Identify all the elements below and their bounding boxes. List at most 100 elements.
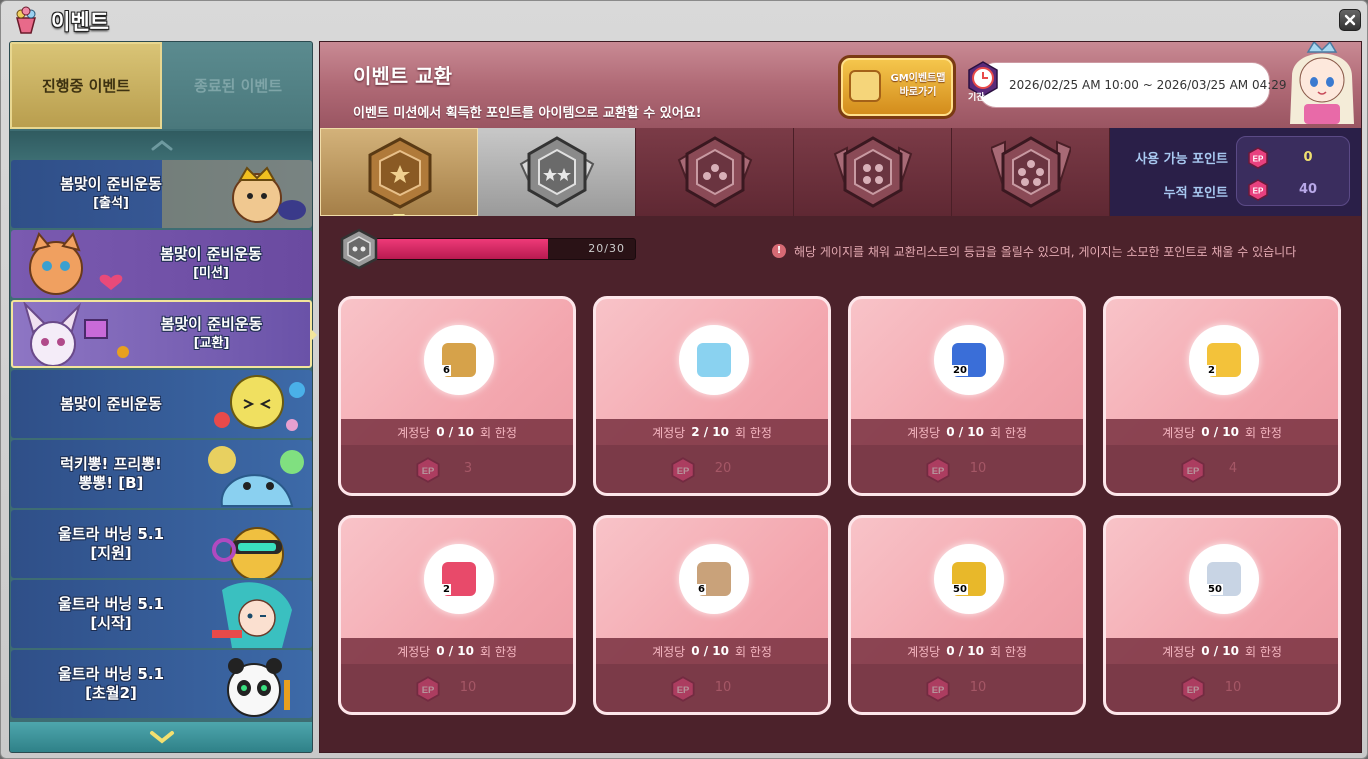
limit-scope: 계정당 bbox=[652, 425, 686, 440]
purchase-limit: 계정당 0 / 10 회 한정 bbox=[341, 419, 573, 445]
item-quantity: 6 bbox=[697, 584, 706, 595]
exchange-item-card[interactable]: 6 계정당 0 / 10 회 한정 EP 3 bbox=[338, 296, 576, 496]
page-description: 이벤트 미션에서 획득한 포인트를 아이템으로 교환할 수 있어요! bbox=[353, 106, 702, 121]
scroll-down-button[interactable] bbox=[10, 722, 312, 752]
limit-scope: 계정당 bbox=[1162, 425, 1196, 440]
gauge-notice: 해당 게이지를 채워 교환리스트의 등급을 올릴수 있으며, 게이지는 소모한 … bbox=[794, 245, 1297, 259]
svg-text:EP: EP bbox=[1253, 187, 1264, 196]
exchange-item-card[interactable]: 50 계정당 0 / 10 회 한정 EP 10 bbox=[1103, 515, 1341, 715]
limit-count: 0 / 10 bbox=[436, 425, 474, 439]
limit-scope: 계정당 bbox=[397, 425, 431, 440]
titlebar: 이벤트 bbox=[1, 1, 1368, 39]
gm-event-map-button[interactable]: GM이벤트맵 바로가기 bbox=[838, 55, 956, 119]
svg-text:EP: EP bbox=[677, 685, 690, 696]
scroll-up-button[interactable] bbox=[10, 131, 312, 159]
page-title: 이벤트 교환 bbox=[353, 64, 452, 88]
purchase-limit: 계정당 0 / 10 회 한정 bbox=[596, 638, 828, 664]
event-point-icon: EP bbox=[671, 457, 695, 483]
purchase-limit: 계정당 0 / 10 회 한정 bbox=[341, 638, 573, 664]
event-window: 이벤트 진행중 이벤트 종료된 이벤트 봄맞이 준비운동 [출석] 봄맞이 준비… bbox=[0, 0, 1368, 759]
item-icon-frame: 50 bbox=[1189, 544, 1259, 614]
tab-ended-events[interactable]: 종료된 이벤트 bbox=[162, 42, 312, 129]
chevron-up-icon bbox=[151, 140, 173, 151]
item-icon-frame: 20 bbox=[934, 325, 1004, 395]
event-period: 2026/02/25 AM 10:00 ~ 2026/03/25 AM 04:2… bbox=[1009, 78, 1287, 92]
period-bubble: 2026/02/25 AM 10:00 ~ 2026/03/25 AM 04:2… bbox=[978, 62, 1287, 108]
warning-icon: ! bbox=[772, 244, 786, 258]
gm-button-line2: 바로가기 bbox=[899, 87, 937, 98]
limit-count: 2 / 10 bbox=[691, 425, 729, 439]
item-quantity: 50 bbox=[952, 584, 968, 595]
event-item-spring-attendance[interactable]: 봄맞이 준비운동 [출석] bbox=[11, 160, 312, 228]
limit-unit: 회 한정 bbox=[734, 425, 772, 440]
event-tabs: 진행중 이벤트 종료된 이벤트 bbox=[10, 42, 312, 129]
tier-bronze[interactable] bbox=[320, 128, 478, 216]
period-label: 기간 bbox=[968, 93, 985, 103]
grade-gauge-text: 20/30 bbox=[588, 242, 625, 255]
event-item-ultra-burning-support[interactable]: 울트라 버닝 5.1 [지원] bbox=[11, 510, 312, 578]
event-item-spring-warmup[interactable]: 봄맞이 준비운동 bbox=[11, 370, 312, 438]
princess-mascot-illustration bbox=[1290, 42, 1354, 124]
item-cost: EP 20 bbox=[596, 445, 828, 493]
cost-value: 4 bbox=[1228, 461, 1238, 476]
purchase-limit: 계정당 0 / 10 회 한정 bbox=[1106, 638, 1338, 664]
svg-text:EP: EP bbox=[932, 685, 945, 696]
event-subtitle: [교환] bbox=[193, 336, 230, 351]
limit-count: 0 / 10 bbox=[1201, 425, 1239, 439]
available-points-label: 사용 가능 포인트 bbox=[1135, 152, 1228, 167]
limit-unit: 회 한정 bbox=[479, 425, 517, 440]
event-title: 봄맞이 준비운동 bbox=[60, 175, 162, 193]
event-point-icon: EP bbox=[416, 457, 440, 483]
exchange-panel: 이벤트 교환 이벤트 미션에서 획득한 포인트를 아이템으로 교환할 수 있어요… bbox=[319, 41, 1362, 753]
svg-text:EP: EP bbox=[1187, 685, 1200, 696]
item-cost: EP 10 bbox=[851, 664, 1083, 712]
bronze-star-medal-icon bbox=[368, 137, 432, 209]
exchange-item-card[interactable]: 계정당 2 / 10 회 한정 EP 20 bbox=[593, 296, 831, 496]
svg-text:EP: EP bbox=[422, 685, 435, 696]
event-item-ultra-burning-start[interactable]: 울트라 버닝 5.1 [시작] bbox=[11, 580, 312, 648]
grade-gauge-row: 20/30 ! 해당 게이지를 채워 교환리스트의 등급을 올릴수 있으며, 게… bbox=[320, 216, 1361, 274]
cost-value: 10 bbox=[459, 680, 477, 695]
event-item-spring-mission[interactable]: 봄맞이 준비운동 [미션] bbox=[11, 230, 312, 298]
event-title: 울트라 버닝 5.1 bbox=[57, 595, 165, 613]
tier-diamond[interactable] bbox=[952, 128, 1110, 216]
item-icon-frame: 2 bbox=[1189, 325, 1259, 395]
tier-platinum[interactable] bbox=[794, 128, 952, 216]
event-item-lucky-ppong[interactable]: 럭키뽕! 프리뽕! 뽕뽕! [B] bbox=[11, 440, 312, 508]
event-subtitle: [초월2] bbox=[85, 684, 137, 702]
tier-silver[interactable] bbox=[478, 128, 636, 216]
item-cost: EP 4 bbox=[1106, 445, 1338, 493]
exchange-item-card[interactable]: 50 계정당 0 / 10 회 한정 EP 10 bbox=[848, 515, 1086, 715]
item-icon-frame: 2 bbox=[424, 544, 494, 614]
event-point-icon: EP bbox=[671, 676, 695, 702]
exchange-item-grid: 6 계정당 0 / 10 회 한정 EP 3 계정당 2 / 10 회 한정 EP 20 20 계정당 0… bbox=[320, 274, 1361, 752]
event-gift-icon bbox=[16, 6, 36, 34]
exchange-item-card[interactable]: 2 계정당 0 / 10 회 한정 EP 10 bbox=[338, 515, 576, 715]
selected-indicator bbox=[311, 329, 317, 341]
limit-unit: 회 한정 bbox=[734, 644, 772, 659]
exchange-item-card[interactable]: 20 계정당 0 / 10 회 한정 EP 10 bbox=[848, 296, 1086, 496]
cost-value: 10 bbox=[1224, 680, 1242, 695]
close-button[interactable] bbox=[1339, 9, 1361, 31]
silver-medal-icon bbox=[340, 228, 378, 270]
cost-value: 3 bbox=[463, 461, 473, 476]
item-cost: EP 10 bbox=[596, 664, 828, 712]
exchange-item-card[interactable]: 6 계정당 0 / 10 회 한정 EP 10 bbox=[593, 515, 831, 715]
item-quantity: 6 bbox=[442, 365, 451, 376]
four-star-medal-icon bbox=[833, 136, 913, 208]
tab-ongoing-events[interactable]: 진행중 이벤트 bbox=[10, 42, 162, 129]
event-item-spring-exchange[interactable]: 봄맞이 준비운동 [교환] bbox=[11, 300, 312, 368]
grade-gauge-fill bbox=[373, 239, 548, 259]
event-item-ultra-burning-transcend[interactable]: 울트라 버닝 5.1 [초월2] bbox=[11, 650, 312, 718]
total-points-value: 40 bbox=[1298, 182, 1318, 197]
limit-scope: 계정당 bbox=[907, 644, 941, 659]
gm-button-line1: GM이벤트맵 bbox=[890, 73, 946, 84]
purchase-limit: 계정당 0 / 10 회 한정 bbox=[851, 419, 1083, 445]
exchange-item-card[interactable]: 2 계정당 0 / 10 회 한정 EP 4 bbox=[1103, 296, 1341, 496]
limit-unit: 회 한정 bbox=[1244, 644, 1282, 659]
limit-count: 0 / 10 bbox=[436, 644, 474, 658]
points-box: EP 0 EP 40 bbox=[1236, 136, 1350, 206]
purchase-limit: 계정당 2 / 10 회 한정 bbox=[596, 419, 828, 445]
purchase-limit: 계정당 0 / 10 회 한정 bbox=[851, 638, 1083, 664]
tier-gold[interactable] bbox=[636, 128, 794, 216]
